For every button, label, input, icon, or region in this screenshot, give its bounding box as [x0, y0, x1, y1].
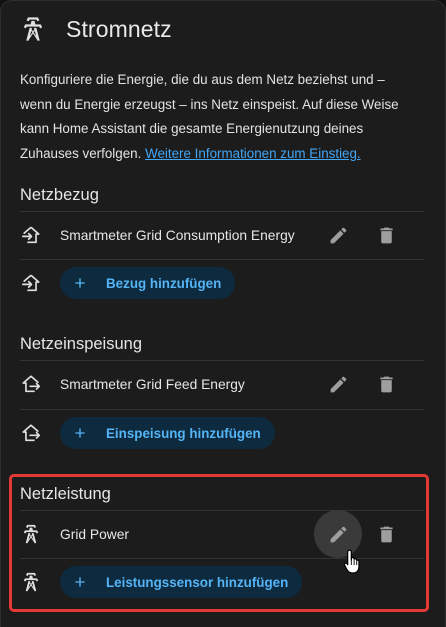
hand-cursor-icon: [343, 549, 360, 574]
description: Konfiguriere die Energie, die du aus dem…: [20, 68, 420, 166]
plus-icon: [72, 275, 88, 291]
consumption-source-label: Smartmeter Grid Consumption Energy: [60, 227, 295, 243]
card-header: Stromnetz: [19, 11, 172, 47]
section-title-consumption: Netzbezug: [20, 186, 99, 204]
highlight-box: [9, 474, 429, 612]
feed-source-label: Smartmeter Grid Feed Energy: [60, 376, 245, 392]
plus-icon: [72, 425, 88, 441]
add-consumption-label: Bezug hinzufügen: [106, 275, 222, 291]
add-consumption-button[interactable]: Bezug hinzufügen: [60, 267, 236, 299]
transmission-tower-import-icon: [20, 224, 42, 246]
learn-more-link[interactable]: Weitere Informationen zum Einstieg.: [145, 146, 361, 161]
pencil-icon: [328, 374, 349, 395]
consumption-source-row: Smartmeter Grid Consumption Energy: [20, 211, 424, 259]
trash-icon: [376, 374, 397, 395]
feed-source-row: Smartmeter Grid Feed Energy: [20, 360, 424, 408]
delete-feed-button[interactable]: [362, 360, 410, 408]
transmission-tower-export-icon: [20, 373, 42, 395]
add-feed-label: Einspeisung hinzufügen: [106, 425, 261, 441]
add-feed-row: Einspeisung hinzufügen: [20, 409, 424, 457]
trash-icon: [376, 225, 397, 246]
edit-feed-button[interactable]: [314, 360, 362, 408]
transmission-tower-icon: [19, 12, 47, 46]
card-title: Stromnetz: [66, 15, 172, 42]
section-title-feed: Netzeinspeisung: [20, 335, 142, 353]
transmission-tower-export-icon: [20, 422, 42, 444]
delete-consumption-button[interactable]: [362, 211, 410, 259]
edit-consumption-button[interactable]: [314, 211, 362, 259]
pencil-icon: [328, 225, 349, 246]
transmission-tower-import-icon: [20, 272, 42, 294]
add-feed-button[interactable]: Einspeisung hinzufügen: [60, 417, 275, 449]
add-consumption-row: Bezug hinzufügen: [20, 259, 424, 307]
